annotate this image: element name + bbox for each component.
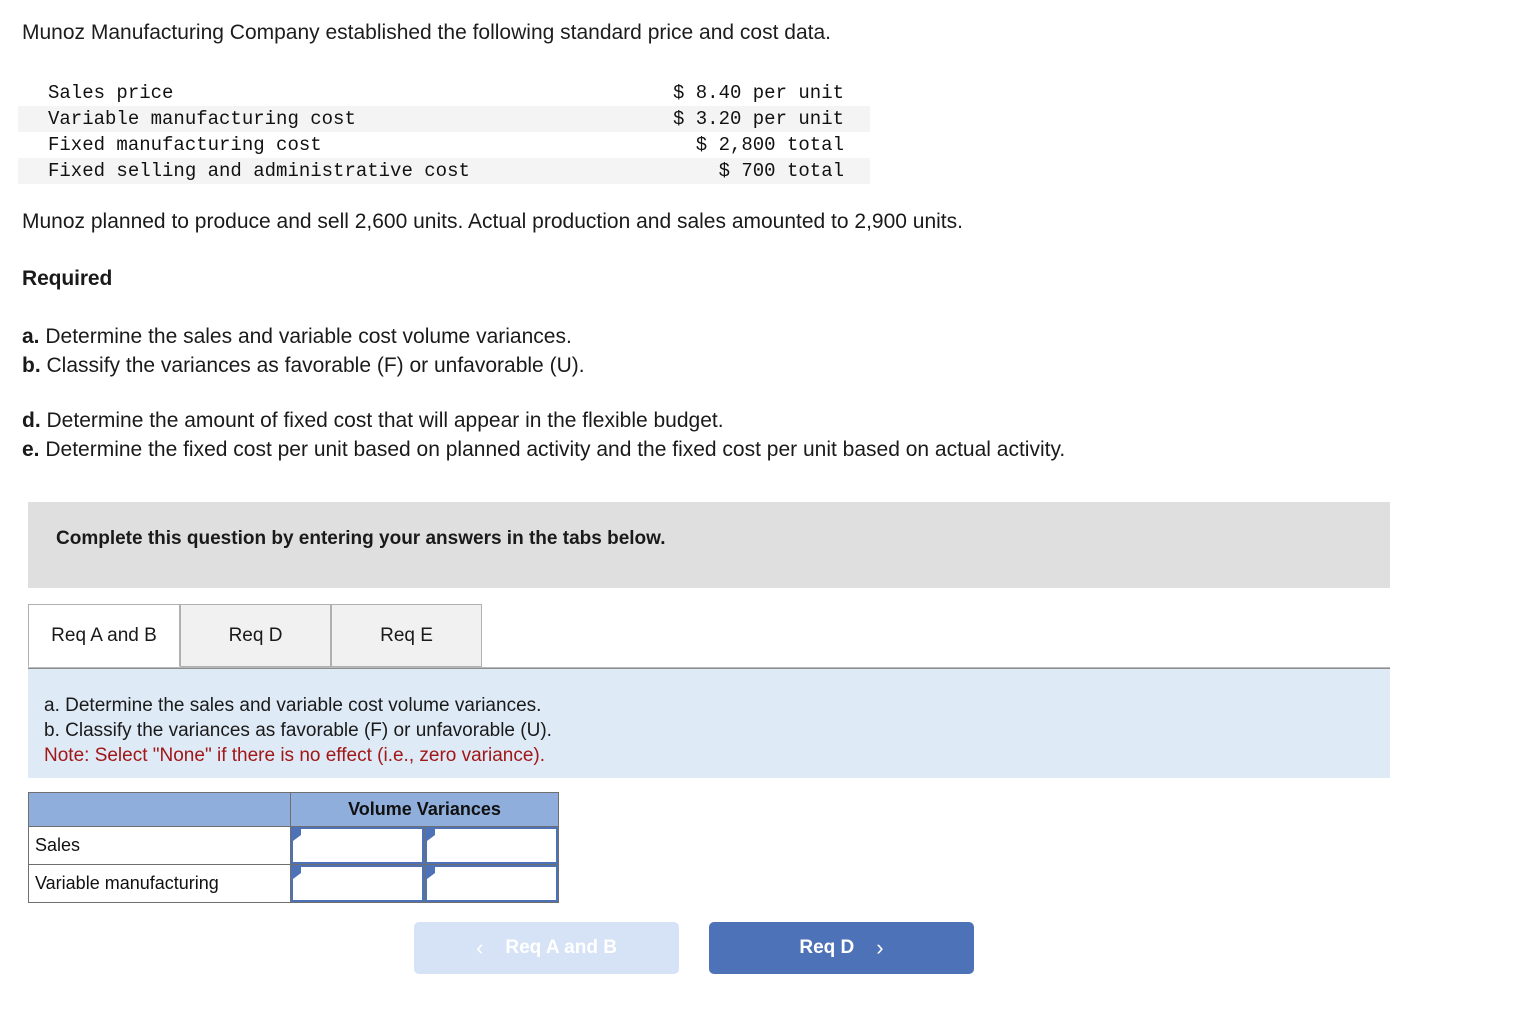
cell-marker-triangle-icon [427,867,435,879]
requirement-text-d: Determine the amount of fixed cost that … [46,409,724,432]
prev-req-a-and-b-button[interactable]: ‹ Req A and B [414,922,679,974]
standard-value: $ 700 total [611,158,870,184]
chevron-left-icon: ‹ [476,935,484,960]
standard-value: $ 3.20 per unit [611,106,870,132]
cell-marker-triangle-icon [293,867,301,879]
requirement-marker-a: a. [22,325,40,348]
volume-variance-answer-table: Volume Variances Sales Variable manufact… [28,792,559,903]
requirement-text-e: Determine the fixed cost per unit based … [45,438,1066,461]
requirement-text-a: Determine the sales and variable cost vo… [45,325,572,348]
tab-instruction-line-a: a. Determine the sales and variable cost… [44,695,542,716]
answer-table-header-blank [28,792,291,827]
sales-classification-cell [424,826,559,865]
standard-label: Variable manufacturing cost [18,106,612,132]
table-row: Variable manufacturing [28,864,559,903]
complete-question-banner-text: Complete this question by entering your … [56,528,666,549]
table-row: Sales price $ 8.40 per unit [18,80,870,106]
requirement-text-b: Classify the variances as favorable (F) … [46,354,585,377]
navigation-buttons: ‹ Req A and B Req D › [414,922,1114,974]
chevron-right-icon: › [876,935,884,960]
requirement-item-b: b. Classify the variances as favorable (… [22,351,585,380]
answer-table-head: Volume Variances [28,792,559,827]
requirement-marker-d: d. [22,409,41,432]
tab-instruction-line-b: b. Classify the variances as favorable (… [44,720,552,741]
volume-variance-answer-table-wrapper: Volume Variances Sales Variable manufact… [28,792,559,903]
table-row: Fixed selling and administrative cost $ … [18,158,870,184]
standard-value: $ 8.40 per unit [672,82,844,104]
required-group-ab: a. Determine the sales and variable cost… [22,322,585,380]
complete-question-banner: Complete this question by entering your … [28,502,1390,588]
standard-label: Fixed manufacturing cost [48,134,322,156]
sales-classification-input[interactable] [425,827,558,864]
requirement-marker-e: e. [22,438,40,461]
requirement-marker-b: b. [22,354,41,377]
tab-req-a-and-b-label: Req A and B [51,624,157,646]
required-group-de: d. Determine the amount of fixed cost th… [22,406,1065,464]
tab-req-e[interactable]: Req E [331,604,482,667]
requirement-item-d: d. Determine the amount of fixed cost th… [22,406,1065,435]
standard-cost-table-body: Sales price $ 8.40 per unit Variable man… [18,80,870,184]
variable-manufacturing-classification-cell [424,864,559,903]
standard-value: $ 2,800 total [695,134,844,156]
standard-label: Fixed selling and administrative cost [18,158,612,184]
standard-label: Sales price [48,82,174,104]
answer-table-header-volume-variances: Volume Variances [290,792,559,827]
next-req-d-button[interactable]: Req D › [709,922,974,974]
tab-req-d[interactable]: Req D [180,604,331,667]
tab-instruction-panel: a. Determine the sales and variable cost… [28,668,1390,778]
answer-table-header-row: Volume Variances [28,792,559,827]
variable-manufacturing-classification-input[interactable] [425,865,558,902]
sales-amount-input[interactable] [291,827,424,864]
production-paragraph: Munoz planned to produce and sell 2,600 … [22,210,963,233]
answer-table-body: Sales Variable manufacturing [28,826,559,903]
intro-paragraph: Munoz Manufacturing Company established … [22,21,831,44]
standard-cost-table: Sales price $ 8.40 per unit Variable man… [18,80,870,184]
table-row: Variable manufacturing cost $ 3.20 per u… [18,106,870,132]
requirement-item-a: a. Determine the sales and variable cost… [22,322,585,351]
requirement-item-e: e. Determine the fixed cost per unit bas… [22,435,1065,464]
sales-amount-cell [290,826,425,865]
tab-req-e-label: Req E [380,624,433,646]
requirement-tabs: Req A and B Req D Req E [28,604,1390,668]
required-heading: Required [22,267,113,290]
answer-row-label-sales: Sales [28,826,291,865]
variable-manufacturing-amount-cell [290,864,425,903]
prev-button-label: Req A and B [505,937,617,958]
table-row: Fixed manufacturing cost $ 2,800 total [18,132,870,158]
answer-row-label-variable-manufacturing: Variable manufacturing [28,864,291,903]
cell-marker-triangle-icon [293,829,301,841]
table-row: Sales [28,826,559,865]
tab-req-d-label: Req D [228,624,283,646]
tab-req-a-and-b[interactable]: Req A and B [28,604,180,667]
next-button-label: Req D [799,937,855,958]
cell-marker-triangle-icon [427,829,435,841]
question-page: Munoz Manufacturing Company established … [0,0,1522,1016]
tab-instruction-note: Note: Select "None" if there is no effec… [44,745,546,766]
variable-manufacturing-amount-input[interactable] [291,865,424,902]
